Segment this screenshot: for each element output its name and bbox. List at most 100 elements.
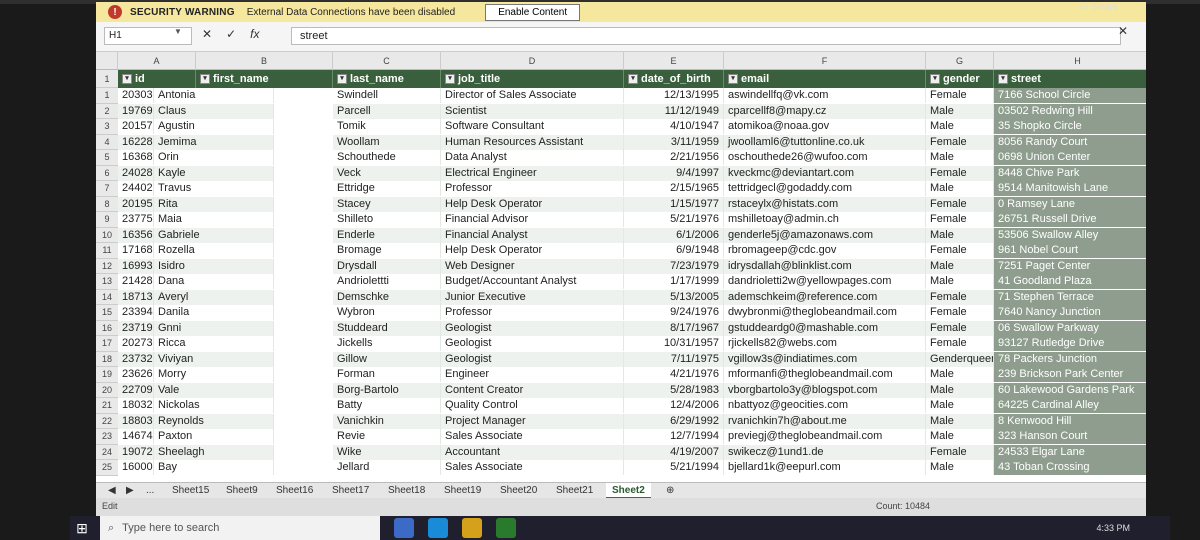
cell-job-title[interactable]: Geologist — [441, 320, 624, 336]
cell-first-name[interactable]: Claus — [154, 103, 274, 119]
header-email[interactable]: ▾ email — [724, 70, 926, 88]
cell-last-name[interactable]: Shilleto — [333, 212, 441, 227]
cell-street[interactable]: 35 Shopko Circle — [994, 119, 1146, 134]
cell-last-name[interactable]: Forman — [333, 367, 441, 382]
cell-date-of-birth[interactable]: 11/12/1949 — [624, 103, 724, 119]
cell-last-name[interactable]: Enderle — [333, 227, 441, 243]
cell-email[interactable]: mshilletoay@admin.ch — [724, 212, 926, 227]
cell-job-title[interactable]: Quality Control — [441, 398, 624, 413]
cell-email[interactable]: nbattyoz@geocities.com — [724, 398, 926, 413]
share-button[interactable]: ⚇ Share — [1080, 2, 1118, 13]
cell-gender[interactable]: Male — [926, 119, 994, 134]
cell-email[interactable]: previegj@theglobeandmail.com — [724, 429, 926, 444]
cell-date-of-birth[interactable]: 7/23/1979 — [624, 258, 724, 274]
cell-email[interactable]: vgillow3s@indiatimes.com — [724, 351, 926, 367]
cell-job-title[interactable]: Financial Advisor — [441, 212, 624, 227]
tab-sheet19[interactable]: Sheet19 — [438, 483, 487, 499]
cell-street[interactable]: 8448 Chive Park — [994, 165, 1146, 181]
cell-last-name[interactable]: Demschke — [333, 289, 441, 305]
tab-sheet21[interactable]: Sheet21 — [550, 483, 599, 499]
cell-street[interactable]: 78 Packers Junction — [994, 351, 1146, 367]
header-first-name[interactable]: ▾ first_name — [196, 70, 333, 88]
row-header[interactable]: 4 — [96, 134, 118, 150]
cell-last-name[interactable]: Wybron — [333, 305, 441, 320]
chevron-down-icon[interactable]: ▼ — [174, 27, 182, 36]
cell-street[interactable]: 06 Swallow Parkway — [994, 320, 1146, 336]
cell-id[interactable]: 21428 — [118, 274, 154, 289]
row-header[interactable]: 18 — [96, 351, 118, 367]
cell-street[interactable]: 26751 Russell Drive — [994, 212, 1146, 227]
cell-job-title[interactable]: Data Analyst — [441, 150, 624, 165]
cell-date-of-birth[interactable]: 4/21/1976 — [624, 367, 724, 382]
cell-first-name[interactable]: Averyl — [154, 289, 274, 305]
close-icon[interactable]: ✕ — [1118, 24, 1128, 38]
cell-first-name[interactable]: Kayle — [154, 165, 274, 181]
cell-last-name[interactable]: Borg-Bartolo — [333, 382, 441, 398]
cell-email[interactable]: ademschkeim@reference.com — [724, 289, 926, 305]
cell-job-title[interactable]: Engineer — [441, 367, 624, 382]
cell-last-name[interactable]: Gillow — [333, 351, 441, 367]
cell-gender[interactable]: Male — [926, 103, 994, 119]
filter-dropdown-icon[interactable]: ▾ — [122, 74, 132, 85]
cell-job-title[interactable]: Software Consultant — [441, 119, 624, 134]
cell-job-title[interactable]: Help Desk Operator — [441, 196, 624, 212]
cell-email[interactable]: atomikoa@noaa.gov — [724, 119, 926, 134]
filter-dropdown-icon[interactable]: ▾ — [445, 74, 455, 85]
cell-id[interactable]: 24402 — [118, 181, 154, 196]
row-header[interactable]: 20 — [96, 382, 118, 398]
row-header[interactable]: 12 — [96, 258, 118, 274]
cell-id[interactable]: 18032 — [118, 398, 154, 413]
cell-first-name[interactable]: Isidro — [154, 258, 274, 274]
cell-email[interactable]: dandrioletti2w@yellowpages.com — [724, 274, 926, 289]
cell-gender[interactable]: Female — [926, 88, 994, 103]
cell-gender[interactable]: Male — [926, 460, 994, 475]
select-all-corner[interactable] — [96, 52, 118, 70]
cell-first-name[interactable]: Reynolds — [154, 413, 274, 429]
cell-date-of-birth[interactable]: 12/4/2006 — [624, 398, 724, 413]
row-header[interactable]: 6 — [96, 165, 118, 181]
cell-last-name[interactable]: Andriolettti — [333, 274, 441, 289]
cell-id[interactable]: 20303 — [118, 88, 154, 103]
row-header[interactable]: 14 — [96, 289, 118, 305]
cell-first-name[interactable]: Sheelagh — [154, 444, 274, 460]
cell-id[interactable]: 23394 — [118, 305, 154, 320]
cell-first-name[interactable]: Rita — [154, 196, 274, 212]
cell-street[interactable]: 53506 Swallow Alley — [994, 227, 1146, 243]
cell-date-of-birth[interactable]: 1/17/1999 — [624, 274, 724, 289]
cell-last-name[interactable]: Revie — [333, 429, 441, 444]
cell-job-title[interactable]: Electrical Engineer — [441, 165, 624, 181]
function-icon[interactable]: fx — [250, 27, 259, 41]
tab-[interactable]: ... — [140, 483, 160, 499]
cell-job-title[interactable]: Junior Executive — [441, 289, 624, 305]
cell-email[interactable]: jwoollaml6@tuttonline.co.uk — [724, 134, 926, 150]
cell-id[interactable]: 16356 — [118, 227, 154, 243]
cell-id[interactable]: 24028 — [118, 165, 154, 181]
cell-gender[interactable]: Female — [926, 196, 994, 212]
column-header-a[interactable]: A — [118, 52, 196, 70]
enable-content-button[interactable]: Enable Content — [485, 3, 581, 21]
cell-email[interactable]: oschouthede26@wufoo.com — [724, 150, 926, 165]
cell-id[interactable]: 22709 — [118, 382, 154, 398]
cell-last-name[interactable]: Bromage — [333, 243, 441, 258]
cell-job-title[interactable]: Budget/Accountant Analyst — [441, 274, 624, 289]
cell-gender[interactable]: Male — [926, 150, 994, 165]
cell-date-of-birth[interactable]: 2/21/1956 — [624, 150, 724, 165]
cell-first-name[interactable]: Antonia — [154, 88, 274, 103]
cell-first-name[interactable]: Paxton — [154, 429, 274, 444]
cell-email[interactable]: rjickells82@webs.com — [724, 336, 926, 351]
cell-street[interactable]: 64225 Cardinal Alley — [994, 398, 1146, 413]
column-header-h[interactable]: H — [994, 52, 1146, 70]
cell-id[interactable]: 16228 — [118, 134, 154, 150]
cell-gender[interactable]: Female — [926, 289, 994, 305]
cell-gender[interactable]: Male — [926, 258, 994, 274]
cell-first-name[interactable]: Maia — [154, 212, 274, 227]
cell-date-of-birth[interactable]: 1/15/1977 — [624, 196, 724, 212]
cell-last-name[interactable]: Jellard — [333, 460, 441, 475]
cell-id[interactable]: 16000 — [118, 460, 154, 475]
header-job-title[interactable]: ▾ job_title — [441, 70, 624, 88]
cell-gender[interactable]: Male — [926, 413, 994, 429]
cell-street[interactable]: 7640 Nancy Junction — [994, 305, 1146, 320]
row-header[interactable]: 11 — [96, 243, 118, 259]
cell-email[interactable]: cparcellf8@mapy.cz — [724, 103, 926, 119]
cell-first-name[interactable]: Ricca — [154, 336, 274, 351]
